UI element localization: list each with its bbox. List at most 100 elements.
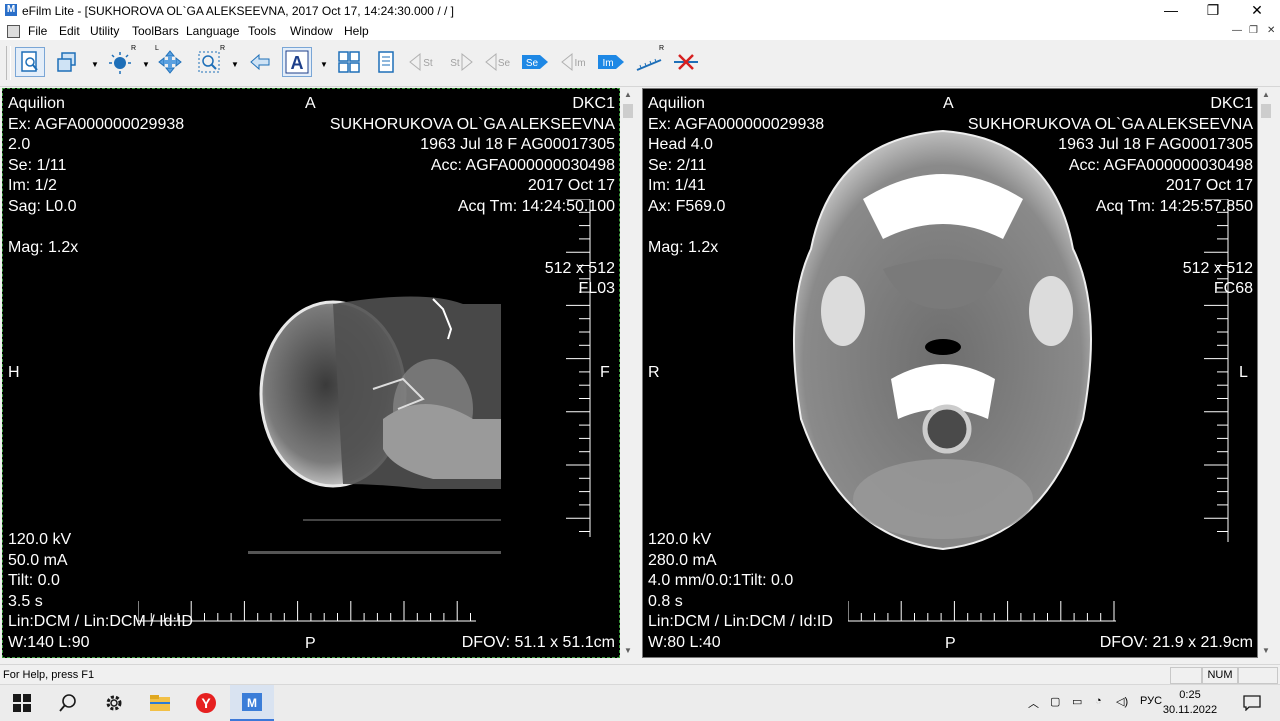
clock-time: 0:25 bbox=[1179, 689, 1201, 701]
svg-text:M: M bbox=[247, 696, 257, 710]
pan-icon[interactable] bbox=[155, 47, 185, 77]
scroll-up-icon[interactable]: ▲ bbox=[1259, 88, 1273, 102]
battery-icon[interactable]: ▭ bbox=[1072, 695, 1082, 708]
menu-language[interactable]: Language bbox=[186, 24, 239, 38]
slice-location-label: Sag: L0.0 bbox=[8, 197, 77, 215]
close-button[interactable]: ✕ bbox=[1234, 0, 1280, 22]
kv-label: 120.0 kV bbox=[648, 531, 712, 548]
clock[interactable]: 0:25 30.11.2022 bbox=[1160, 688, 1220, 718]
orientation-left: H bbox=[8, 364, 20, 381]
volume-icon[interactable]: ◁) bbox=[1116, 695, 1128, 708]
mdi-minimize-button[interactable]: — bbox=[1232, 25, 1242, 36]
previous-icon[interactable] bbox=[245, 47, 275, 77]
menu-window[interactable]: Window bbox=[290, 24, 333, 38]
dfov-label: DFOV: 21.9 x 21.9cm bbox=[1099, 634, 1253, 651]
im-label: Im bbox=[574, 58, 585, 69]
overlay-top-right: DKC1 SUKHORUKOVA OL`GA ALEKSEEVNA 1963 J… bbox=[330, 94, 615, 300]
menu-edit[interactable]: Edit bbox=[59, 24, 80, 38]
chevron-down-icon[interactable]: ▼ bbox=[231, 60, 239, 69]
annotation-text-icon[interactable]: A bbox=[282, 47, 312, 77]
menu-tools[interactable]: Tools bbox=[248, 24, 276, 38]
previous-series-icon[interactable]: Se bbox=[484, 47, 514, 77]
overlay-bottom-left: 120.0 kV 50.0 mA Tilt: 0.0 3.5 s Lin:DCM… bbox=[8, 530, 193, 654]
scroll-up-icon[interactable]: ▲ bbox=[621, 88, 635, 102]
window-title: eFilm Lite - [SUKHOROVA OL`GA ALEKSEEVNA… bbox=[22, 4, 454, 18]
show-hidden-icons-icon[interactable]: ︿ bbox=[1028, 695, 1039, 711]
study-date-label: 2017 Oct 17 bbox=[1165, 177, 1253, 195]
yandex-browser-icon[interactable]: Y bbox=[184, 685, 228, 721]
mdi-close-button[interactable]: ✕ bbox=[1267, 25, 1275, 36]
efilm-icon[interactable]: M bbox=[230, 685, 274, 721]
search-icon[interactable] bbox=[46, 685, 90, 721]
series-desc-label: 2.0 bbox=[8, 136, 31, 154]
last-study-icon[interactable]: St bbox=[444, 47, 474, 77]
page-icon[interactable] bbox=[15, 47, 45, 77]
left-viewport-scrollbar[interactable]: ▲ ▼ bbox=[621, 88, 635, 658]
slice-location-label: Ax: F569.0 bbox=[648, 197, 726, 215]
delete-icon[interactable] bbox=[671, 47, 701, 77]
orientation-top: A bbox=[305, 95, 316, 112]
status-bar: For Help, press F1 NUM bbox=[0, 664, 1280, 685]
series-index-label: Se: 2/11 bbox=[648, 156, 707, 174]
svg-text:A: A bbox=[291, 53, 304, 73]
chevron-down-icon[interactable]: ▼ bbox=[320, 60, 328, 69]
scroll-down-icon[interactable]: ▼ bbox=[621, 644, 635, 658]
viewport-right[interactable]: Aquilion Ex: AGFA000000029938 Head 4.0 S… bbox=[642, 88, 1258, 658]
tilt-label: Tilt: 0.0 bbox=[8, 572, 60, 590]
clock-date: 30.11.2022 bbox=[1162, 704, 1218, 716]
matrix-label: 512 x 512 bbox=[1182, 259, 1253, 277]
notification-icon[interactable] bbox=[1232, 685, 1272, 721]
acq-time-label: Acq Tm: 14:25:57.850 bbox=[1095, 197, 1253, 215]
lut-label: Lin:DCM / Lin:DCM / Id:ID bbox=[8, 613, 193, 631]
language-indicator[interactable]: РУС bbox=[1140, 695, 1162, 707]
scroll-down-icon[interactable]: ▼ bbox=[1259, 644, 1273, 658]
image-index-label: Im: 1/2 bbox=[8, 177, 57, 195]
zoom-icon[interactable] bbox=[194, 47, 224, 77]
menu-bar: File Edit Utility ToolBars Language Tool… bbox=[0, 22, 1280, 40]
ruler-icon[interactable] bbox=[634, 47, 664, 77]
window-level-label: W:140 L:90 bbox=[8, 633, 90, 651]
viewport-left[interactable]: Aquilion Ex: AGFA000000029938 2.0 Se: 1/… bbox=[2, 88, 620, 658]
next-series-icon[interactable]: Se bbox=[520, 47, 550, 77]
report-icon[interactable] bbox=[371, 47, 401, 77]
toolbar-grip[interactable] bbox=[6, 46, 11, 80]
menu-utility[interactable]: Utility bbox=[90, 24, 119, 38]
chevron-down-icon[interactable]: ▼ bbox=[142, 60, 150, 69]
tile-layout-icon[interactable] bbox=[334, 47, 364, 77]
menu-file[interactable]: File bbox=[28, 24, 47, 38]
series-layout-icon[interactable] bbox=[52, 47, 82, 77]
windows-start-icon[interactable] bbox=[0, 685, 44, 721]
menu-help[interactable]: Help bbox=[344, 24, 369, 38]
accession-label: Acc: AGFA000000030498 bbox=[1068, 156, 1253, 174]
minimize-button[interactable]: — bbox=[1148, 0, 1194, 22]
window-level-icon[interactable] bbox=[105, 47, 135, 77]
accession-label: Acc: AGFA000000030498 bbox=[430, 156, 615, 174]
series-index-label: Se: 1/11 bbox=[8, 156, 67, 174]
chevron-down-icon[interactable]: ▼ bbox=[91, 60, 99, 69]
settings-icon[interactable] bbox=[92, 685, 136, 721]
study-date-label: 2017 Oct 17 bbox=[527, 177, 615, 195]
first-study-icon[interactable]: St bbox=[408, 47, 438, 77]
ma-label: 280.0 mA bbox=[648, 551, 717, 569]
num-lock-indicator: NUM bbox=[1202, 667, 1238, 684]
mdi-restore-button[interactable]: ❐ bbox=[1249, 25, 1258, 36]
file-explorer-icon[interactable] bbox=[138, 685, 182, 721]
orientation-bottom: P bbox=[945, 635, 956, 652]
document-icon[interactable] bbox=[7, 25, 20, 38]
manufacturer-label: Aquilion bbox=[8, 95, 65, 112]
menu-toolbars[interactable]: ToolBars bbox=[132, 24, 179, 38]
scroll-thumb[interactable] bbox=[623, 104, 633, 118]
next-image-icon[interactable]: Im bbox=[596, 47, 626, 77]
previous-image-icon[interactable]: Im bbox=[560, 47, 590, 77]
thickness-tilt-label: 4.0 mm/0.0:1Tilt: 0.0 bbox=[648, 572, 794, 590]
scan-time-label: 3.5 s bbox=[8, 592, 43, 610]
right-viewport-scrollbar[interactable]: ▲ ▼ bbox=[1259, 88, 1273, 658]
meet-now-icon[interactable]: ▢ bbox=[1050, 695, 1060, 708]
network-icon[interactable]: ◔ bbox=[1095, 695, 1102, 707]
patient-dob-label: 1963 Jul 18 F AG00017305 bbox=[420, 136, 615, 154]
scroll-thumb[interactable] bbox=[1261, 104, 1271, 118]
institution-label: DKC1 bbox=[572, 95, 615, 112]
se-label: Se bbox=[498, 58, 511, 69]
restore-button[interactable]: ❐ bbox=[1190, 0, 1236, 22]
